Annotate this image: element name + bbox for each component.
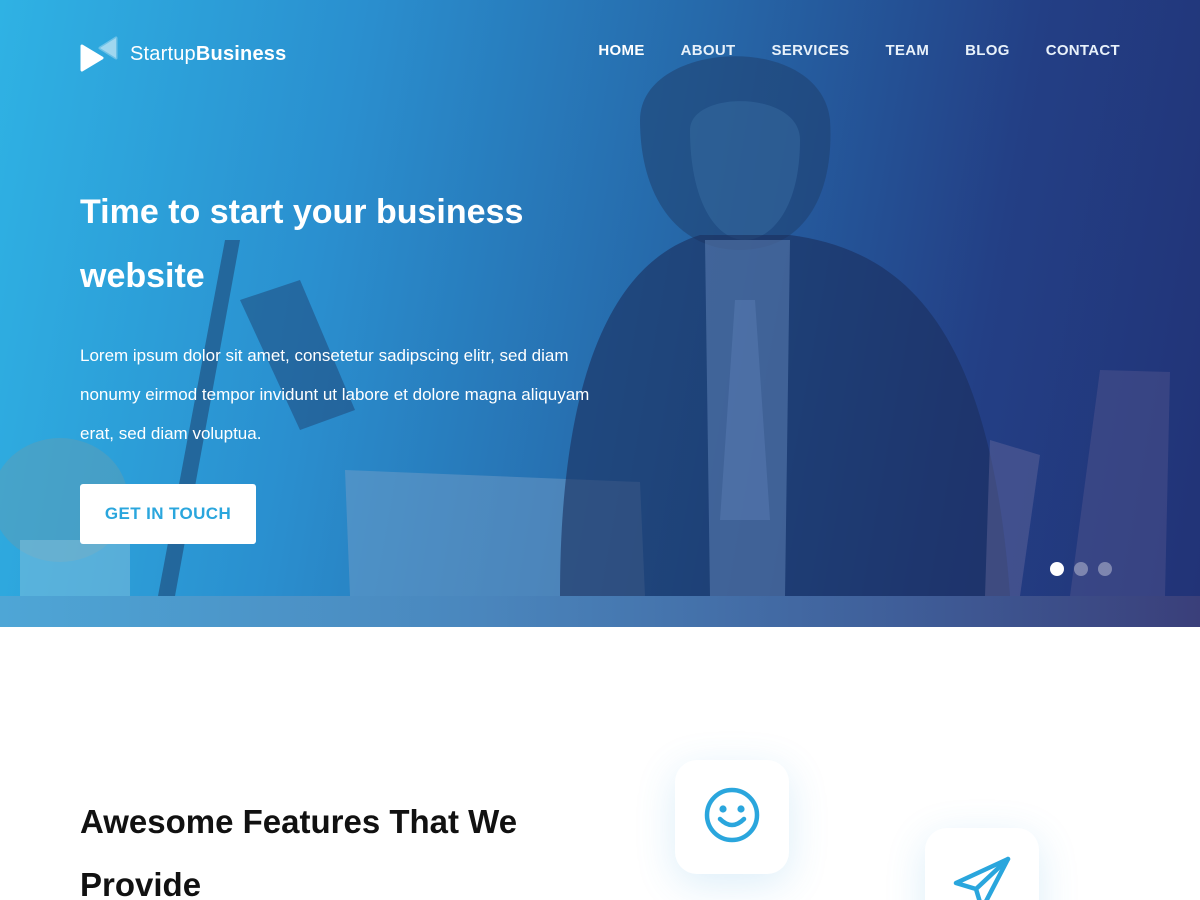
nav-item-services[interactable]: SERVICES xyxy=(771,42,849,62)
brand-name-bold: Business xyxy=(195,42,287,65)
hero-description: Lorem ipsum dolor sit amet, consetetur s… xyxy=(80,346,590,443)
hero-section: StartupBusiness HOME ABOUT SERVICES TEAM… xyxy=(0,0,1200,596)
brand-logo[interactable]: StartupBusiness xyxy=(80,36,286,72)
get-in-touch-button[interactable]: GET IN TOUCH xyxy=(80,484,256,544)
main-nav: HOME ABOUT SERVICES TEAM BLOG CONTACT xyxy=(562,42,1120,62)
features-title: Awesome Features That We Provide xyxy=(80,803,518,900)
paper-plane-icon xyxy=(952,853,1012,900)
nav-item-contact[interactable]: CONTACT xyxy=(1046,42,1120,62)
feature-card-smile xyxy=(675,760,789,874)
brand-name: StartupBusiness xyxy=(130,43,286,66)
nav-item-blog[interactable]: BLOG xyxy=(965,42,1010,62)
hero-bottom-band xyxy=(0,596,1200,627)
play-logo-icon xyxy=(80,36,120,72)
nav-item-about[interactable]: ABOUT xyxy=(681,42,736,62)
slider-dot-1[interactable] xyxy=(1050,562,1064,576)
nav-item-home[interactable]: HOME xyxy=(598,42,644,62)
slider-pagination xyxy=(1050,562,1122,576)
brand-name-light: Startup xyxy=(130,42,196,65)
smile-icon xyxy=(703,786,761,849)
hero-title: Time to start your business website xyxy=(80,193,524,295)
feature-card-plane xyxy=(925,828,1039,900)
slider-dot-2[interactable] xyxy=(1074,562,1088,576)
nav-item-team[interactable]: TEAM xyxy=(885,42,929,62)
slider-dot-3[interactable] xyxy=(1098,562,1112,576)
